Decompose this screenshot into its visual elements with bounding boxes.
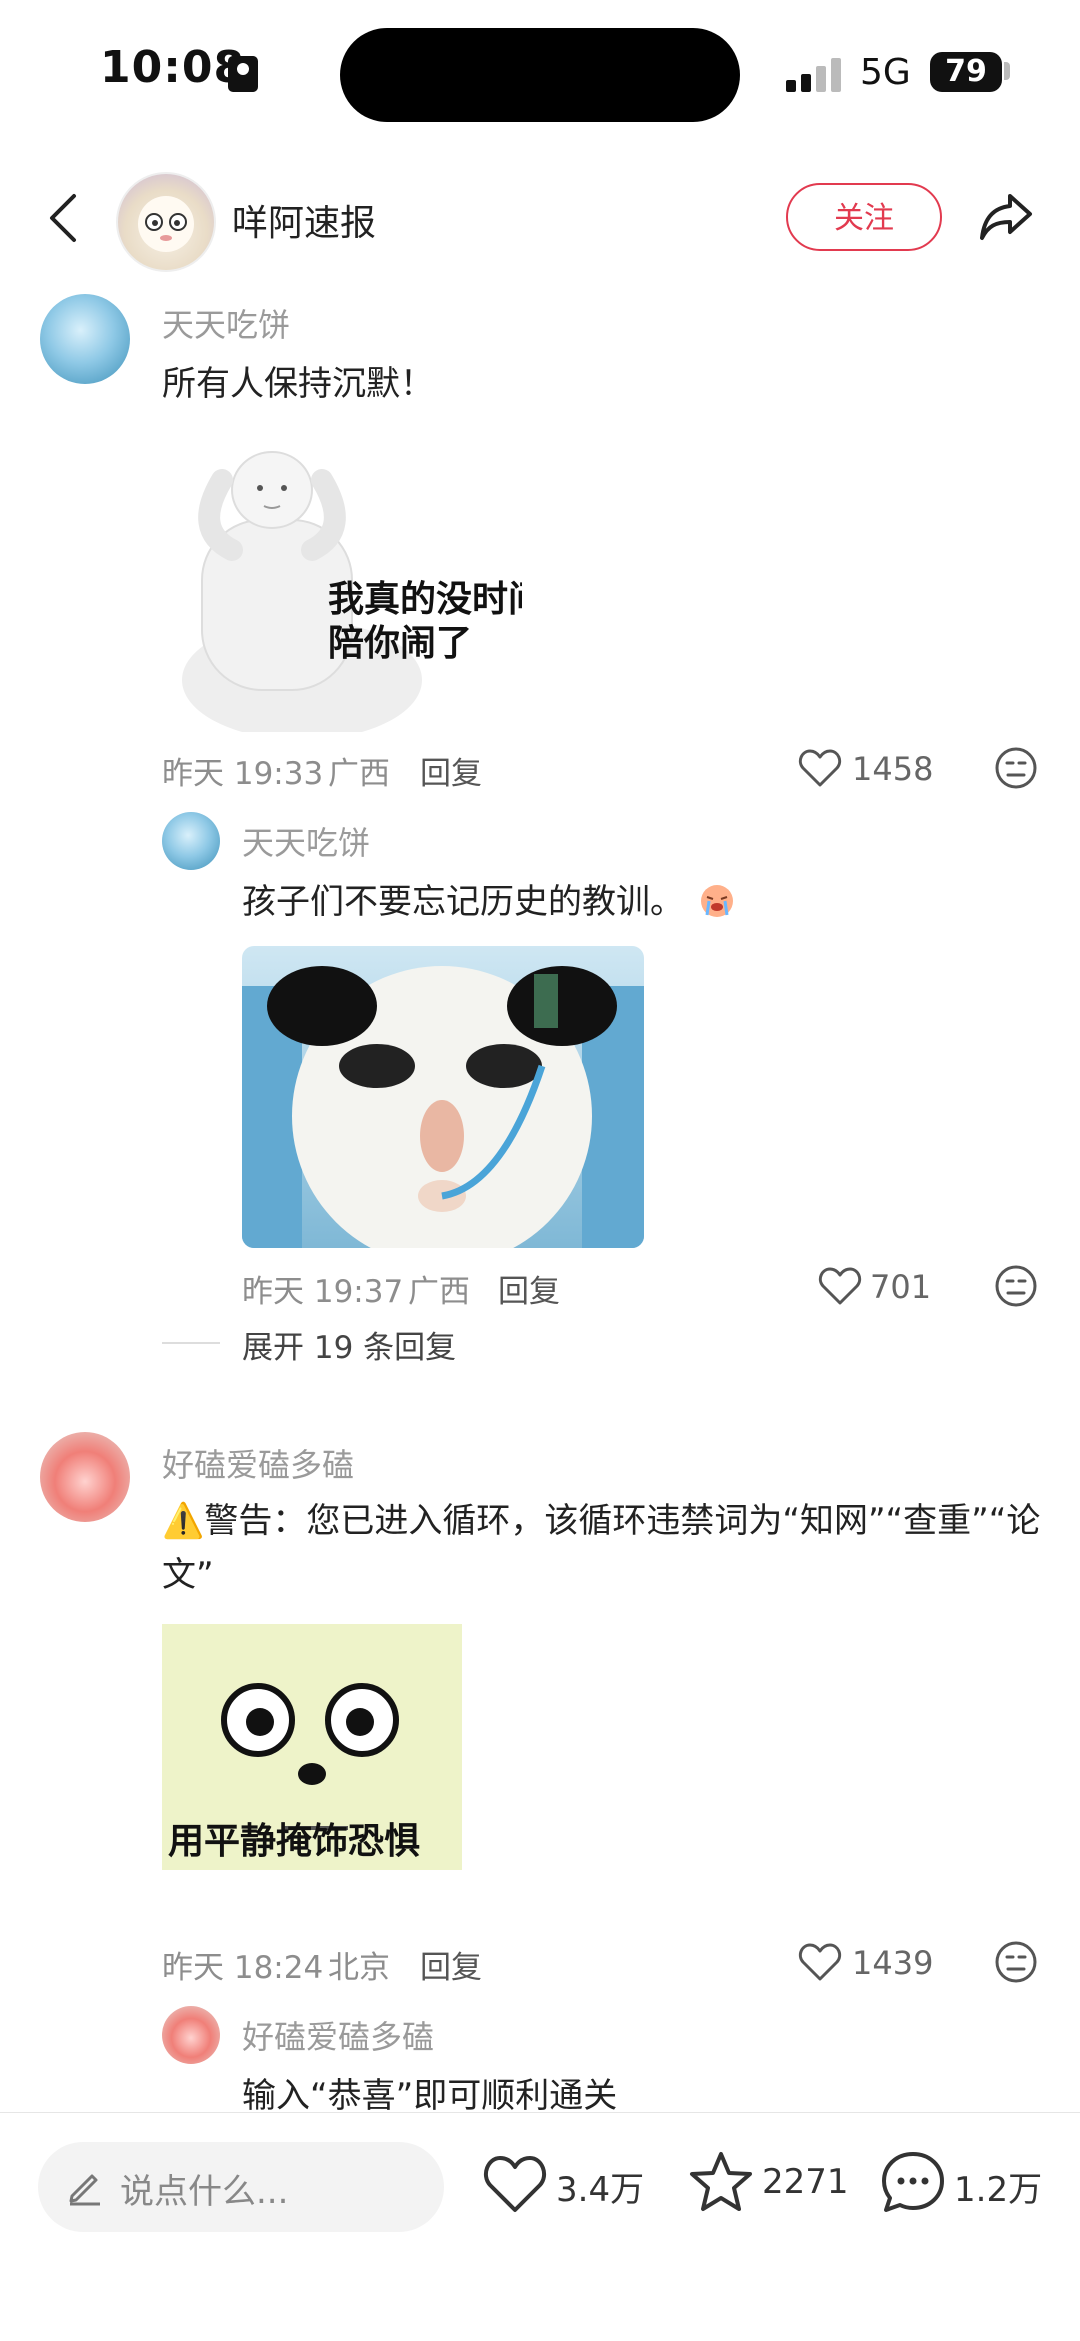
reply-avatar[interactable] xyxy=(162,2006,220,2064)
back-icon[interactable] xyxy=(44,190,84,246)
reply-location: 广西 xyxy=(408,1274,470,1310)
reply-sticker[interactable] xyxy=(242,946,644,1248)
sim-card-icon xyxy=(228,56,258,92)
commenter-avatar[interactable] xyxy=(40,1432,130,1522)
sticker-caption: 我真的没时间 陪你闹了 xyxy=(328,579,522,664)
like-count: 1458 xyxy=(852,750,934,788)
comment-text: ⚠️警告：您已进入循环，该循环违禁词为“知网”“查重”“论文” xyxy=(162,1501,1041,1595)
follow-button[interactable]: 关注 xyxy=(786,183,942,251)
comment-sticker[interactable]: 我真的没时间 陪你闹了 xyxy=(162,450,522,732)
battery-level: 79 xyxy=(930,52,1002,92)
pencil-icon xyxy=(69,2174,100,2206)
comment-count: 1.2万 xyxy=(954,2170,1043,2210)
comment-bubble-icon[interactable] xyxy=(880,2150,946,2216)
heart-icon[interactable] xyxy=(798,748,842,788)
channel-avatar[interactable] xyxy=(116,172,216,272)
status-time: 10:08 xyxy=(100,42,246,93)
share-icon[interactable] xyxy=(976,186,1036,246)
reply-reply-button[interactable]: 回复 xyxy=(498,1266,560,1311)
like-count: 1439 xyxy=(852,1944,934,1982)
emoji-icon[interactable] xyxy=(994,746,1038,790)
comment-location: 北京 xyxy=(328,1950,390,1986)
reply-time: 昨天 19:37 xyxy=(242,1274,404,1310)
sticker-caption: 用平静掩饰恐惧 xyxy=(168,1821,421,1862)
reply-user-name[interactable]: 天天吃饼 xyxy=(242,818,370,864)
panda-sticker-image xyxy=(242,966,644,1248)
comment-sticker[interactable]: 用平静掩饰恐惧 xyxy=(162,1624,462,1870)
heart-icon[interactable] xyxy=(818,1266,862,1306)
reply-button[interactable]: 回复 xyxy=(420,748,482,793)
reply-avatar[interactable] xyxy=(162,812,220,870)
emoji-icon[interactable] xyxy=(994,1264,1038,1308)
comment-input-placeholder[interactable]: 说点什么... xyxy=(120,2164,288,2213)
expand-replies-link[interactable]: 展开 19 条回复 xyxy=(242,1322,456,1367)
channel-name[interactable]: 咩阿速报 xyxy=(232,194,376,246)
favorite-count: 2271 xyxy=(762,2162,849,2202)
reply-user-name[interactable]: 好磕爱磕多磕 xyxy=(242,2012,434,2058)
heart-icon[interactable] xyxy=(482,2154,548,2214)
reply-text-body: 孩子们不要忘记历史的教训。 xyxy=(242,882,684,922)
comment-text: 所有人保持沉默！ xyxy=(162,364,434,404)
dynamic-island xyxy=(340,28,740,122)
commenter-name[interactable]: 天天吃饼 xyxy=(162,300,290,346)
network-type: 5G xyxy=(860,52,911,93)
commenter-name[interactable]: 好磕爱磕多磕 xyxy=(162,1440,354,1486)
comment-time: 昨天 19:33 xyxy=(162,756,324,792)
comment-location: 广西 xyxy=(328,756,390,792)
reply-button[interactable]: 回复 xyxy=(420,1942,482,1987)
reply-text: 孩子们不要忘记历史的教训。 xyxy=(242,874,739,923)
crying-face-emoji-icon xyxy=(700,885,733,917)
heart-icon[interactable] xyxy=(798,1942,842,1982)
reply-text: 输入“恭喜”即可顺利通关 xyxy=(242,2076,618,2116)
post-like-count: 3.4万 xyxy=(556,2170,645,2210)
signal-icon xyxy=(786,58,842,92)
emoji-icon[interactable] xyxy=(994,1940,1038,1984)
battery-tip xyxy=(1004,62,1010,80)
reply-like-count: 701 xyxy=(870,1268,932,1306)
star-icon[interactable] xyxy=(688,2150,754,2214)
comment-time: 昨天 18:24 xyxy=(162,1950,324,1986)
thread-divider xyxy=(162,1342,220,1344)
commenter-avatar[interactable] xyxy=(40,294,130,384)
